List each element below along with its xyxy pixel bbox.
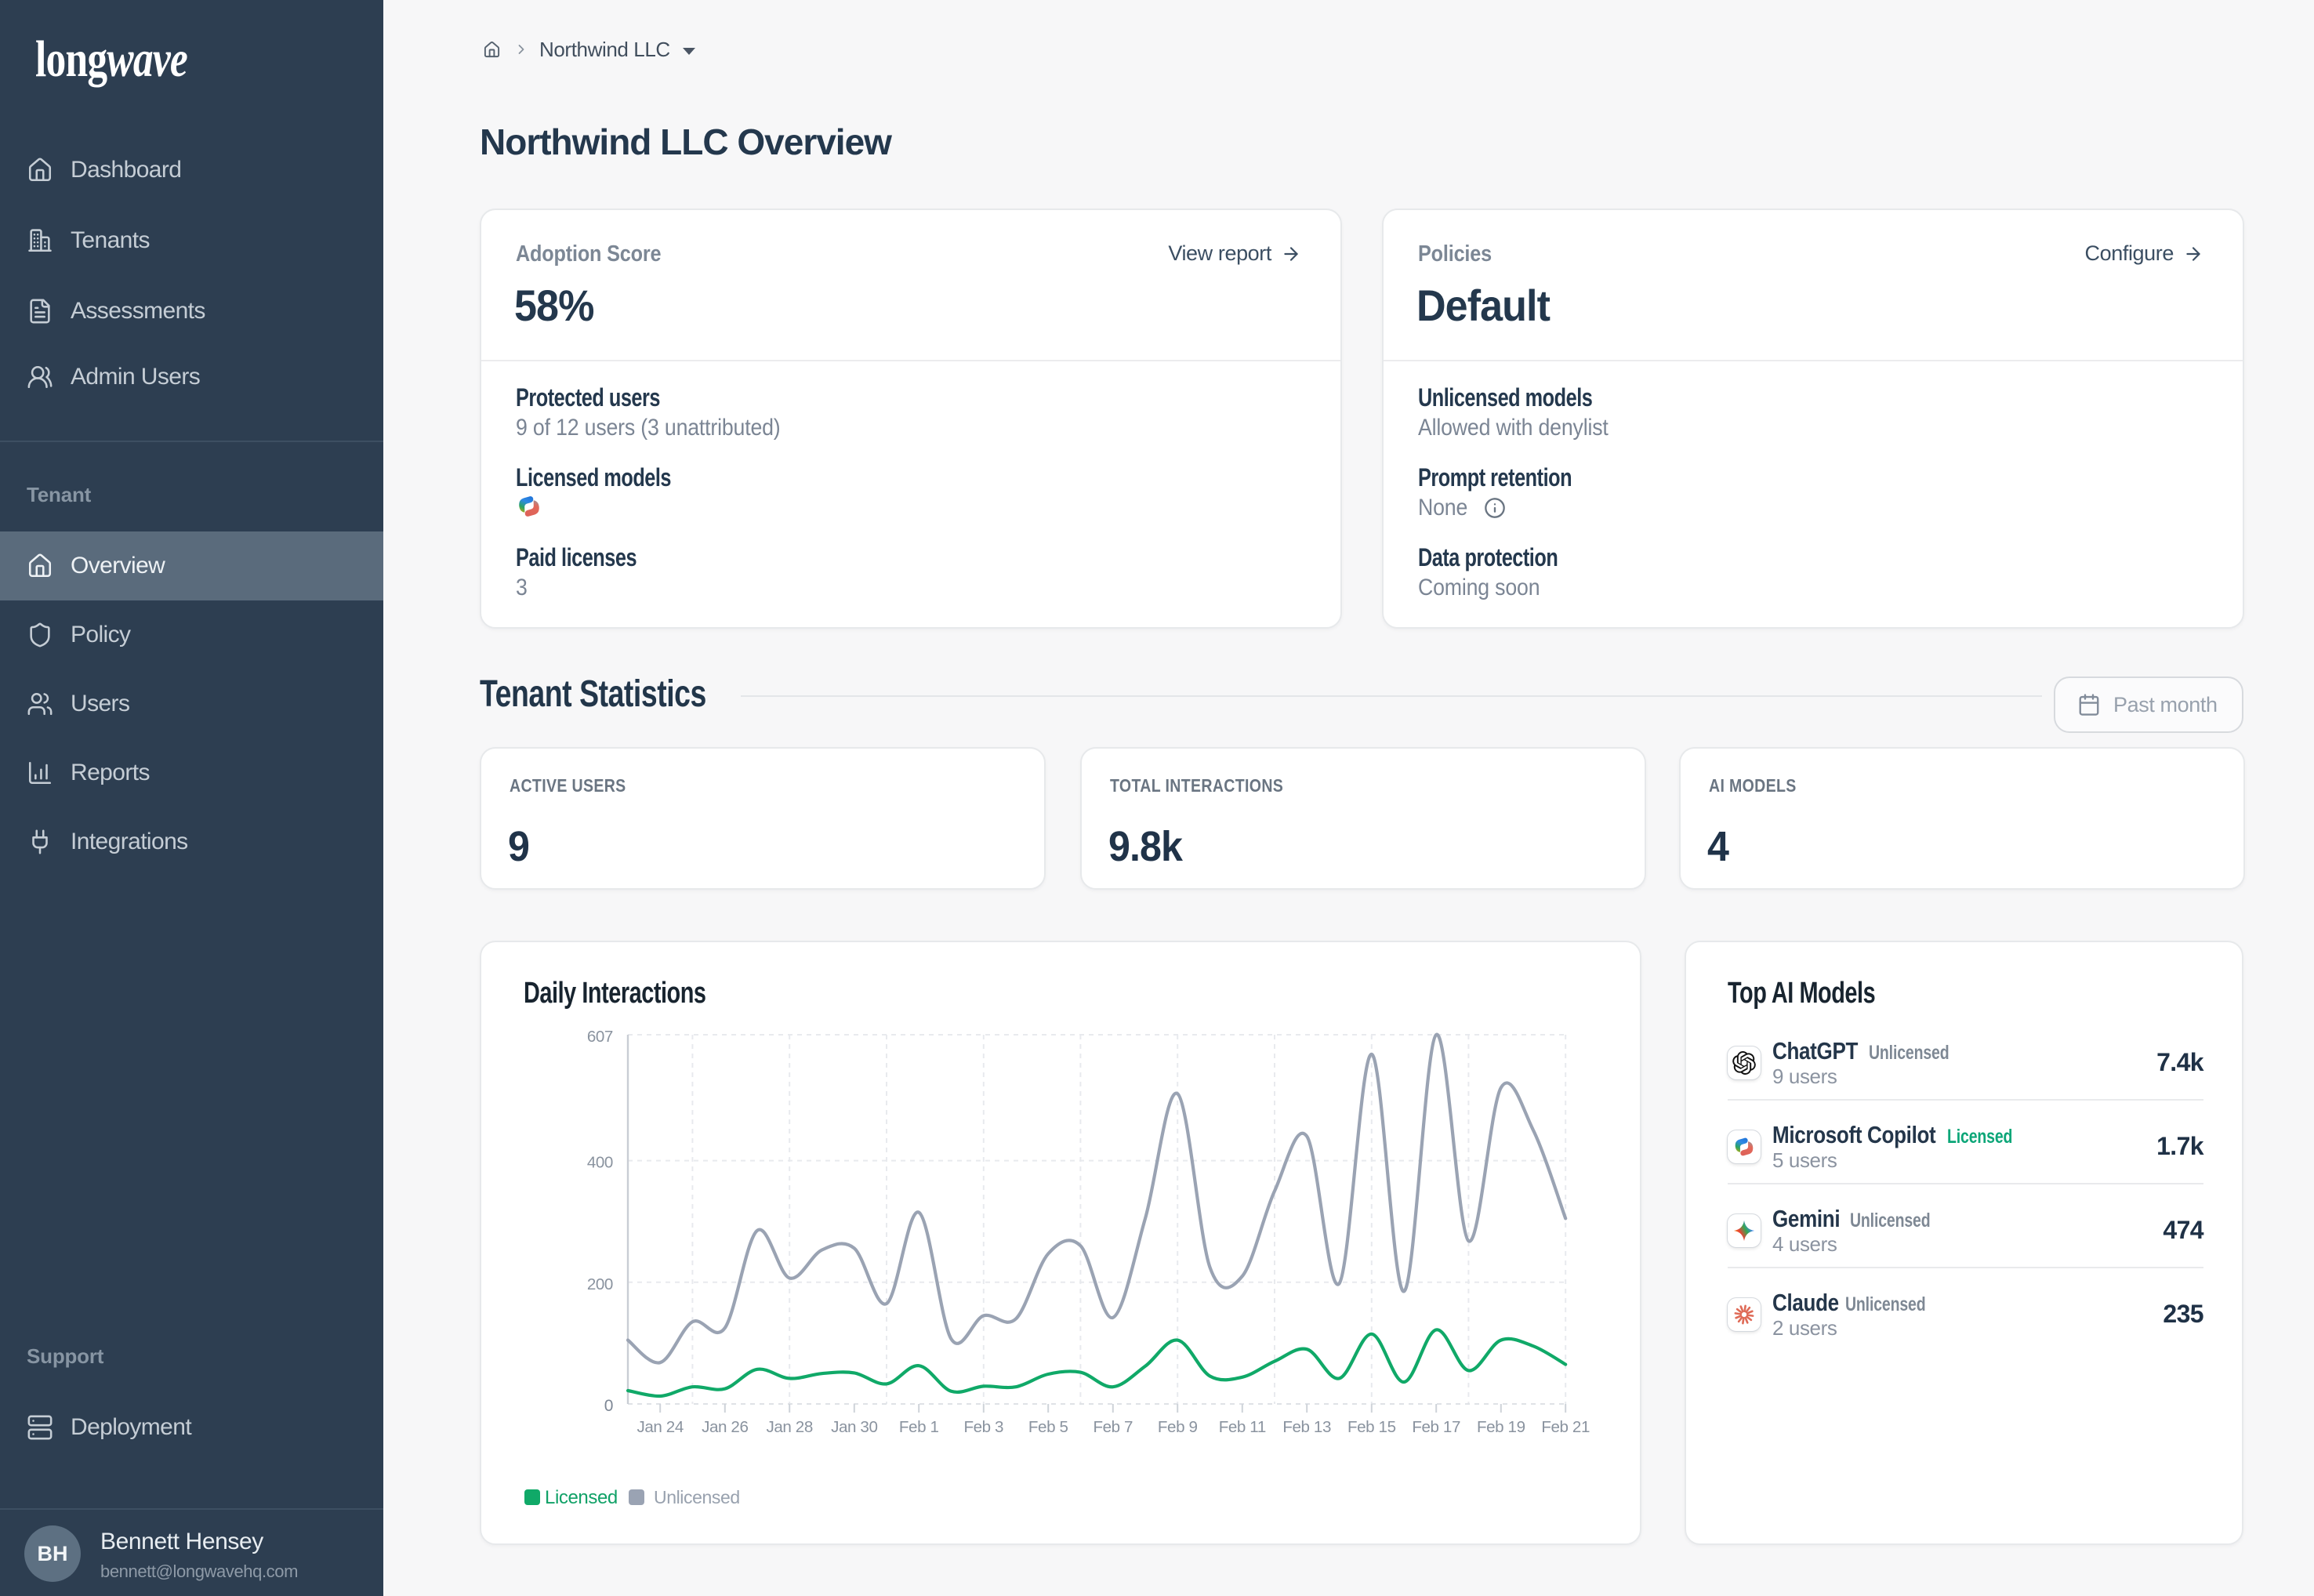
svg-text:Jan 30: Jan 30 [831, 1418, 877, 1436]
svg-text:Feb 9: Feb 9 [1158, 1418, 1198, 1436]
svg-text:Feb 3: Feb 3 [963, 1418, 1003, 1436]
svg-text:Feb 1: Feb 1 [899, 1418, 939, 1436]
svg-text:Feb 11: Feb 11 [1219, 1418, 1266, 1436]
svg-text:0: 0 [604, 1397, 613, 1415]
svg-text:Feb 19: Feb 19 [1477, 1418, 1525, 1436]
svg-text:Feb 7: Feb 7 [1093, 1418, 1133, 1436]
svg-text:Jan 24: Jan 24 [637, 1418, 683, 1436]
svg-text:400: 400 [587, 1154, 613, 1172]
svg-text:Jan 28: Jan 28 [766, 1418, 812, 1436]
svg-text:Licensed: Licensed [545, 1487, 618, 1508]
svg-text:Jan 26: Jan 26 [702, 1418, 748, 1436]
svg-text:Unlicensed: Unlicensed [654, 1487, 740, 1507]
svg-text:Feb 21: Feb 21 [1541, 1418, 1590, 1436]
svg-text:607: 607 [587, 1028, 613, 1046]
svg-text:Feb 13: Feb 13 [1282, 1418, 1331, 1436]
svg-text:Feb 5: Feb 5 [1028, 1418, 1068, 1436]
svg-text:200: 200 [587, 1275, 613, 1293]
svg-text:Feb 17: Feb 17 [1412, 1418, 1460, 1436]
svg-text:Feb 15: Feb 15 [1347, 1418, 1396, 1436]
